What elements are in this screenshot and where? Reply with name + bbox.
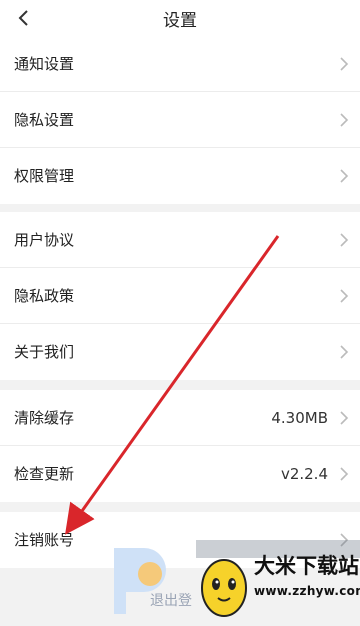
top-bar: 设置 (0, 0, 360, 36)
row-label: 隐私设置 (14, 111, 75, 129)
settings-row-notifications[interactable]: 通知设置 (0, 36, 360, 92)
version-value: v2.2.4 (280, 465, 328, 483)
row-label: 隐私政策 (14, 287, 75, 305)
row-label: 检查更新 (14, 465, 75, 483)
settings-row-privacy-settings[interactable]: 隐私设置 (0, 92, 360, 148)
watermark-title: 大米下载站 (254, 554, 359, 578)
chevron-right-icon (340, 233, 349, 247)
chevron-right-icon (340, 169, 349, 183)
chevron-right-icon (340, 113, 349, 127)
watermark: 大米下载站 www.zzhyw.com (96, 540, 360, 622)
settings-group-about: 用户协议 隐私政策 关于我们 (0, 212, 360, 380)
row-label: 通知设置 (14, 55, 75, 73)
row-label: 清除缓存 (14, 409, 75, 427)
settings-group-general: 通知设置 隐私设置 权限管理 (0, 36, 360, 204)
settings-row-privacy-policy[interactable]: 隐私政策 (0, 268, 360, 324)
settings-row-about-us[interactable]: 关于我们 (0, 324, 360, 380)
chevron-right-icon (340, 289, 349, 303)
page-title: 设置 (163, 11, 197, 31)
row-label: 注销账号 (14, 531, 75, 549)
settings-row-check-update[interactable]: 检查更新 v2.2.4 (0, 446, 360, 502)
row-label: 关于我们 (14, 343, 75, 361)
watermark-url: www.zzhyw.com (254, 584, 360, 598)
chevron-right-icon (340, 411, 349, 425)
settings-row-user-agreement[interactable]: 用户协议 (0, 212, 360, 268)
row-label: 权限管理 (14, 167, 75, 185)
settings-row-permissions[interactable]: 权限管理 (0, 148, 360, 204)
chevron-right-icon (340, 57, 349, 71)
settings-group-app: 清除缓存 4.30MB 检查更新 v2.2.4 (0, 390, 360, 502)
cache-size-value: 4.30MB (271, 409, 328, 427)
settings-row-clear-cache[interactable]: 清除缓存 4.30MB (0, 390, 360, 446)
chevron-right-icon (340, 345, 349, 359)
row-label: 用户协议 (14, 231, 75, 249)
chevron-right-icon (340, 467, 349, 481)
